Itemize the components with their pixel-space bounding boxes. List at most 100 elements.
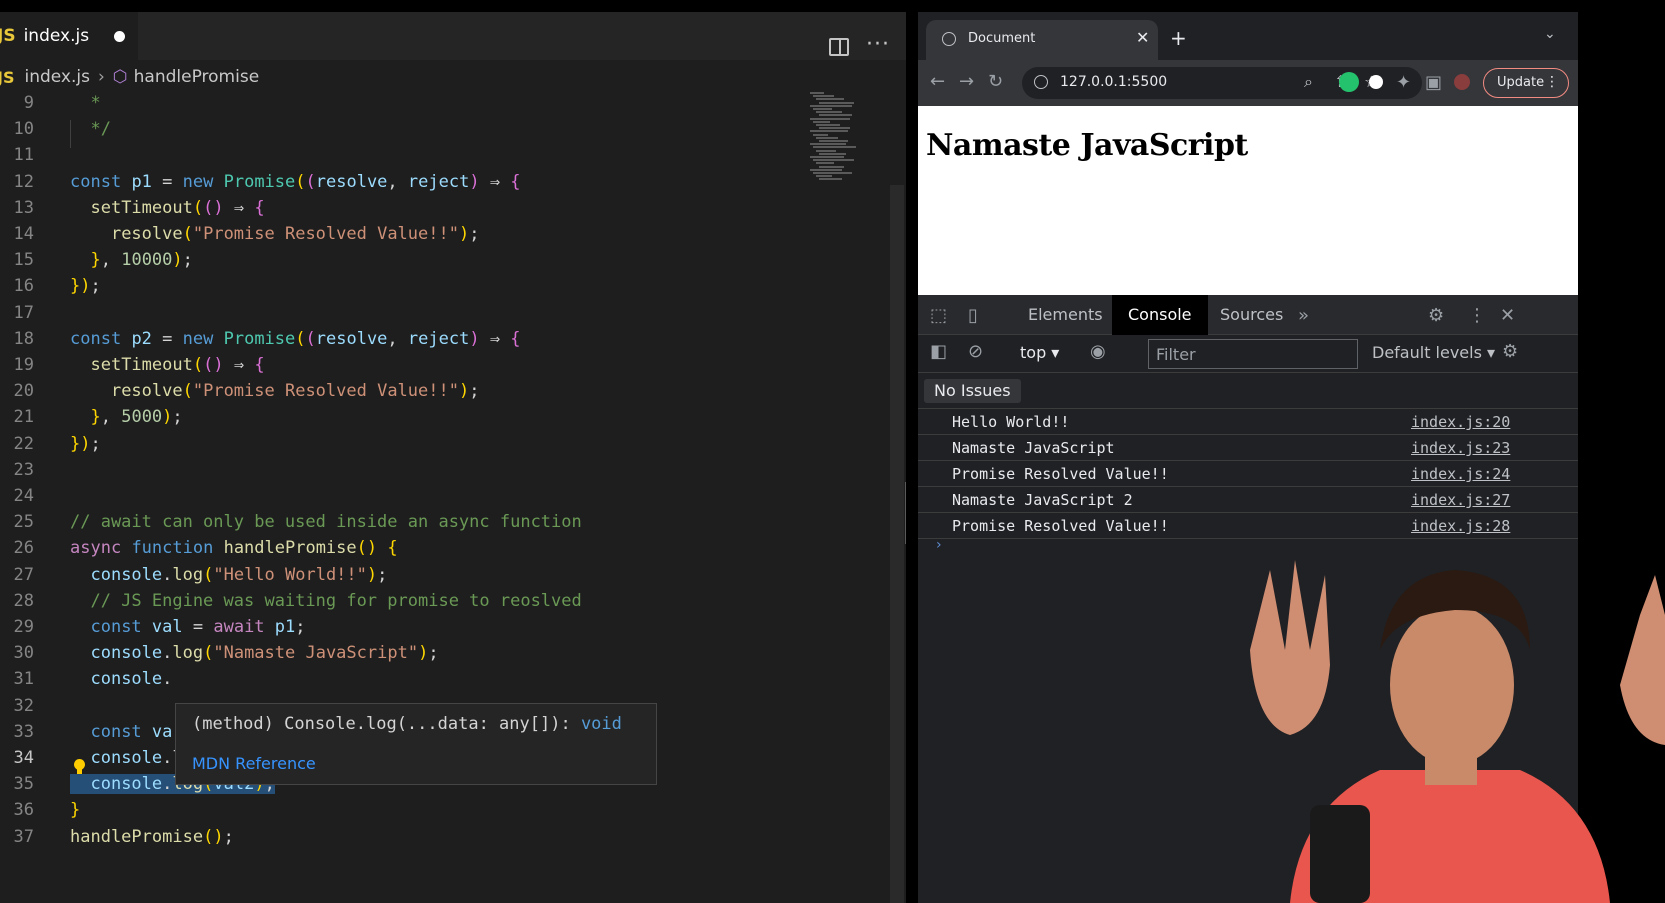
line-number: 15	[13, 250, 34, 271]
code-line[interactable]: 17	[0, 300, 810, 328]
code-line[interactable]: 13 setTimeout(() ⇒ {	[0, 195, 810, 223]
forward-icon[interactable]: →	[959, 71, 974, 92]
close-devtools-icon[interactable]: ✕	[1500, 305, 1515, 326]
log-levels-select[interactable]: Default levels ▾	[1372, 343, 1495, 362]
hover-signature: (method) Console.log(...data: any[]): vo…	[192, 714, 622, 734]
code-line[interactable]: 28 // JS Engine was waiting for promise …	[0, 588, 810, 616]
context-select[interactable]: top ▾	[1020, 343, 1059, 362]
extensions-puzzle-icon[interactable]: ✦	[1396, 72, 1411, 93]
mdn-reference-link[interactable]: MDN Reference	[192, 754, 316, 773]
console-settings-icon[interactable]: ⚙	[1502, 341, 1518, 362]
code-line[interactable]: 27 console.log("Hello World!!");	[0, 562, 810, 590]
console-source-link[interactable]: index.js:23	[1411, 439, 1510, 457]
minimap-line	[819, 114, 852, 117]
address-bar[interactable]: 127.0.0.1:5500 ⌕ ⇪ ☆	[1022, 67, 1422, 99]
browser-toolbar: ← → ↻ 127.0.0.1:5500 ⌕ ⇪ ☆ ✦ ▣ Update⋮	[918, 60, 1578, 106]
console-source-link[interactable]: index.js:28	[1411, 517, 1510, 535]
code-line[interactable]: 16});	[0, 273, 810, 301]
inspect-element-icon[interactable]: ⬚	[930, 305, 947, 326]
device-toolbar-icon[interactable]: ▯	[968, 305, 978, 326]
console-log-row: Namaste JavaScript index.js:23	[918, 435, 1578, 461]
clear-console-icon[interactable]: ⊘	[968, 341, 983, 362]
console-message: Namaste JavaScript 2	[952, 491, 1133, 509]
reload-icon[interactable]: ↻	[988, 71, 1003, 92]
code-line[interactable]: 21 }, 5000);	[0, 404, 810, 432]
code-text: }	[70, 800, 81, 821]
code-editor[interactable]: JS index.js ··· JS index.js › ⬡ handlePr…	[0, 0, 906, 903]
more-tabs-icon[interactable]: »	[1298, 305, 1309, 326]
chevron-down-icon[interactable]: ⌄	[1544, 26, 1556, 42]
extension-icon[interactable]	[1369, 75, 1383, 89]
live-expression-eye-icon[interactable]: ◉	[1090, 341, 1106, 362]
code-text: }, 5000);	[90, 407, 183, 428]
code-line[interactable]: 23	[0, 457, 810, 485]
unsaved-dot-icon[interactable]	[114, 31, 125, 42]
code-line[interactable]: 19 setTimeout(() ⇒ {	[0, 352, 810, 380]
code-line[interactable]: 14 resolve("Promise Resolved Value!!");	[0, 221, 810, 249]
new-tab-icon[interactable]: +	[1170, 26, 1187, 50]
code-line[interactable]: 22});	[0, 431, 810, 459]
more-actions-icon[interactable]: ···	[866, 32, 890, 57]
code-line[interactable]: 26 async function handlePromise() {	[0, 535, 810, 563]
line-number: 11	[13, 145, 34, 166]
settings-gear-icon[interactable]: ⚙	[1428, 305, 1444, 326]
minimap-line	[810, 92, 824, 94]
minimap-line	[810, 168, 842, 171]
code-text: async function handlePromise() {	[70, 538, 398, 559]
issues-badge[interactable]: No Issues	[924, 379, 1021, 403]
console-message: Namaste JavaScript	[952, 439, 1115, 457]
console-source-link[interactable]: index.js:27	[1411, 491, 1510, 509]
split-editor-icon[interactable]	[829, 38, 849, 56]
line-number: 34	[13, 748, 34, 768]
browser-tab[interactable]: Document ✕	[926, 20, 1158, 60]
code-line[interactable]: 30 console.log("Namaste JavaScript");	[0, 640, 810, 668]
kebab-menu-icon: ⋮	[1545, 74, 1559, 90]
code-line[interactable]: 15 }, 10000);	[0, 247, 810, 275]
console-message: Promise Resolved Value!!	[952, 517, 1169, 535]
tab-elements[interactable]: Elements	[1012, 295, 1119, 335]
minimap-line	[816, 124, 840, 126]
code-line[interactable]: 24	[0, 483, 810, 511]
code-line[interactable]: 11	[0, 142, 810, 170]
code-line[interactable]: 20 resolve("Promise Resolved Value!!");	[0, 378, 810, 406]
breadcrumb-symbol[interactable]: handlePromise	[134, 67, 260, 87]
zoom-icon[interactable]: ⌕	[1304, 72, 1313, 92]
code-line[interactable]: 10 */	[0, 116, 810, 144]
sidebar-toggle-icon[interactable]: ◧	[930, 341, 947, 362]
site-info-icon[interactable]	[1034, 75, 1048, 89]
line-number: 33	[13, 721, 34, 742]
code-line[interactable]: 25 // await can only be used inside an as…	[0, 509, 810, 537]
profile-avatar[interactable]	[1454, 74, 1470, 90]
console-source-link[interactable]: index.js:20	[1411, 413, 1510, 431]
console-source-link[interactable]: index.js:24	[1411, 465, 1510, 483]
close-tab-icon[interactable]: ✕	[1136, 28, 1149, 47]
console-prompt-icon[interactable]: ›	[936, 537, 942, 553]
code-line[interactable]: 12 const p1 = new Promise((resolve, rejec…	[0, 169, 810, 197]
code-line[interactable]: 31 console.	[0, 666, 810, 694]
minimap[interactable]	[810, 92, 890, 192]
code-line[interactable]: 37 handlePromise();	[0, 824, 810, 852]
code-text: const val = await p1;	[90, 617, 306, 637]
line-number: 31	[13, 669, 34, 690]
update-button[interactable]: Update ⋮	[1483, 68, 1569, 98]
code-line[interactable]: 9 *	[0, 90, 810, 118]
code-text: // JS Engine was waiting for promise to …	[70, 590, 582, 611]
vertical-scrollbar[interactable]	[890, 185, 904, 903]
back-icon[interactable]: ←	[930, 71, 945, 92]
console-filter-input[interactable]: Filter	[1148, 339, 1358, 369]
breadcrumb-file[interactable]: index.js	[24, 67, 90, 87]
code-text: resolve("Promise Resolved Value!!");	[110, 224, 480, 244]
side-panel-icon[interactable]: ▣	[1425, 72, 1442, 93]
tab-console[interactable]: Console	[1112, 295, 1208, 335]
devtools-menu-icon[interactable]: ⋮	[1468, 305, 1486, 326]
grammarly-extension-icon[interactable]	[1339, 72, 1359, 92]
code-text: */	[70, 119, 111, 140]
minimap-line	[816, 162, 834, 165]
lightbulb-icon[interactable]	[73, 759, 86, 775]
console-log-row: Hello World!! index.js:20	[918, 409, 1578, 435]
tab-sources[interactable]: Sources	[1204, 295, 1299, 335]
code-line[interactable]: 29 const val = await p1;	[0, 614, 810, 642]
editor-tab-index-js[interactable]: JS index.js	[0, 12, 138, 60]
code-line[interactable]: 18 const p2 = new Promise((resolve, rejec…	[0, 326, 810, 354]
code-line[interactable]: 36}	[0, 797, 810, 825]
